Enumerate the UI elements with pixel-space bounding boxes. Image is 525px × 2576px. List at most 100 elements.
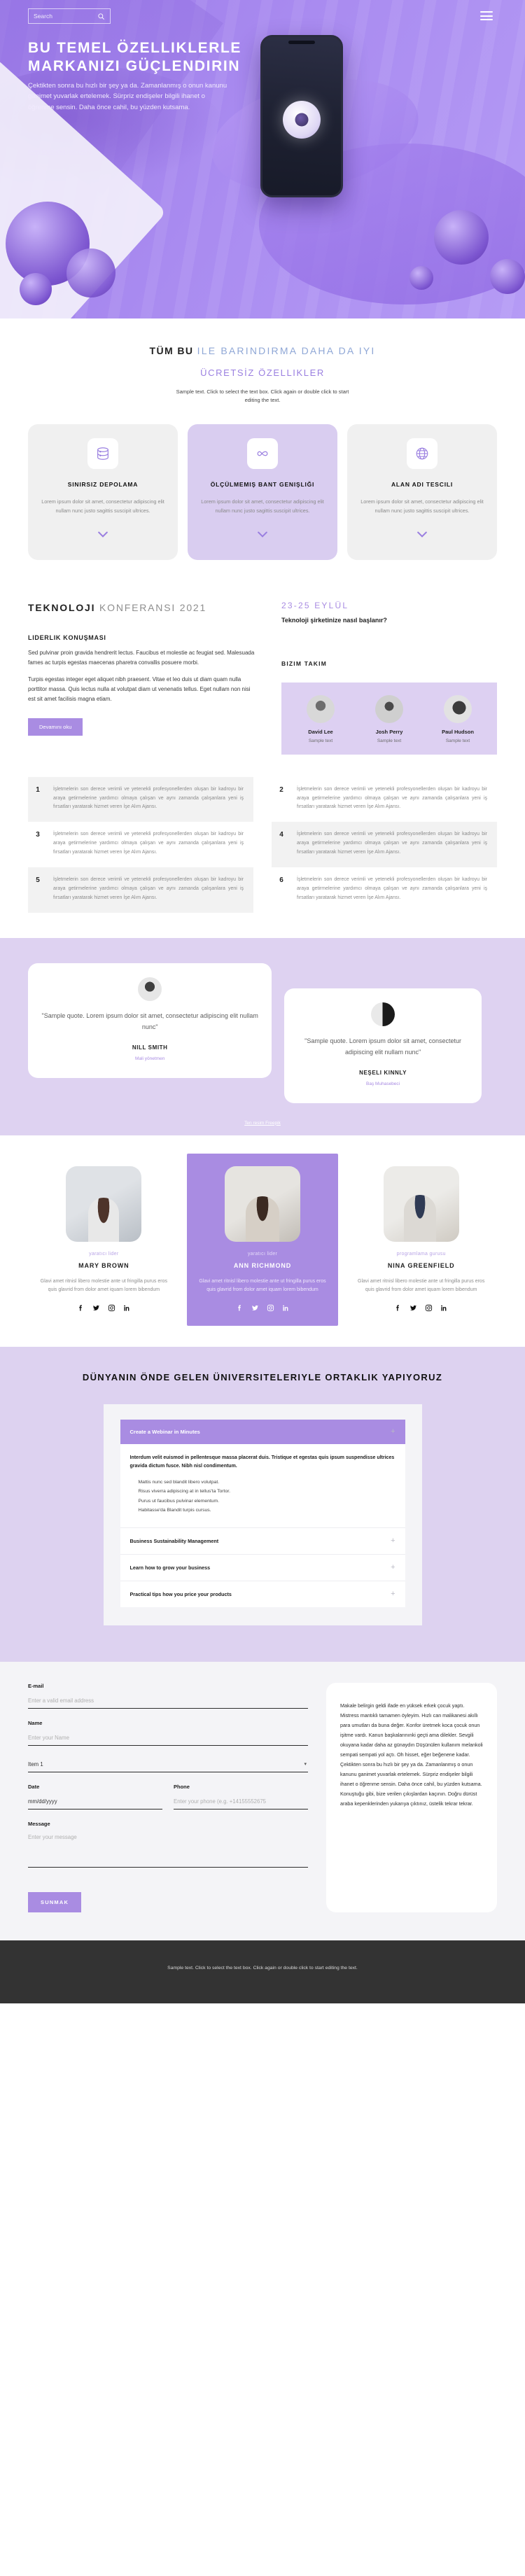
- accordion-item-label: Practical tips how you price your produc…: [130, 1591, 232, 1598]
- message-group: Message: [28, 1821, 308, 1871]
- twitter-icon[interactable]: [410, 1304, 417, 1312]
- twitter-icon[interactable]: [251, 1304, 259, 1312]
- instagram-icon[interactable]: [425, 1304, 433, 1312]
- universities-title: DÜNYANIN ÖNDE GELEN ÜNIVERSITELERIYLE OR…: [82, 1372, 443, 1383]
- chevron-down-icon[interactable]: [199, 527, 326, 545]
- accordion-item-open-label: Create a Webinar in Minutes: [130, 1428, 200, 1435]
- avatar: [307, 694, 335, 723]
- team-profile-card[interactable]: yaratıcı lider MARY BROWN Glavi amet rit…: [28, 1154, 180, 1326]
- social-links: [195, 1304, 330, 1312]
- accordion-item[interactable]: Practical tips how you price your produc…: [120, 1581, 405, 1608]
- plus-icon[interactable]: +: [391, 1537, 395, 1545]
- team-member[interactable]: Josh Perry Sample text: [357, 694, 421, 743]
- accordion-item-open-header[interactable]: Create a Webinar in Minutes +: [120, 1419, 405, 1444]
- team-profile-text: Glavi amet ritnisl libero molestie ante …: [40, 1278, 167, 1292]
- team-member-name: Paul Hudson: [442, 728, 474, 735]
- item-text: İşletmelerin son derece verimli ve yeten…: [53, 877, 244, 901]
- decor-sphere: [410, 266, 433, 290]
- item-text: İşletmelerin son derece verimli ve yeten…: [297, 832, 487, 855]
- linkedin-icon[interactable]: [282, 1304, 290, 1312]
- facebook-icon[interactable]: [236, 1304, 244, 1312]
- team-photo: [383, 1166, 459, 1242]
- date-field[interactable]: [28, 1795, 162, 1810]
- accordion-item-open-body: Interdum velit euismod in pellentesque m…: [120, 1443, 405, 1528]
- instagram-icon[interactable]: [108, 1304, 115, 1312]
- feature-card-text: Lorem ipsum dolor sit amet, consectetur …: [360, 498, 484, 514]
- avatar: [138, 977, 162, 1002]
- search-icon[interactable]: [97, 13, 105, 20]
- date-phone-row: Date Phone: [28, 1784, 308, 1821]
- team-profile-text: Glavi amet ritnisl libero molestie ante …: [358, 1278, 485, 1292]
- numbered-row: 1 İşletmelerin son derece verimli ve yet…: [28, 776, 497, 822]
- search-input[interactable]: [34, 13, 94, 20]
- feature-cards: SINIRSIZ DEPOLAMA Lorem ipsum dolor sit …: [28, 424, 497, 560]
- phone-field[interactable]: [174, 1795, 308, 1810]
- instagram-icon[interactable]: [267, 1304, 274, 1312]
- plus-icon[interactable]: +: [391, 1564, 395, 1572]
- features-heading-dark: TÜM BU: [149, 345, 194, 356]
- feature-card[interactable]: SINIRSIZ DEPOLAMA Lorem ipsum dolor sit …: [28, 424, 178, 560]
- linkedin-icon[interactable]: [123, 1304, 131, 1312]
- phone-group: Phone: [174, 1784, 308, 1810]
- infinity-icon: [247, 438, 278, 470]
- testimonial-role: Mali yönetmen: [135, 1056, 165, 1061]
- team-profile-role: programlama gurusu: [396, 1251, 446, 1256]
- email-group: E-mail: [28, 1683, 308, 1709]
- item-text: İşletmelerin son derece verimli ve yeten…: [53, 786, 244, 810]
- menu-bar: [480, 11, 493, 13]
- feature-card[interactable]: ÖLÇÜLMEMIŞ BANT GENIŞLIĞI Lorem ipsum do…: [188, 424, 337, 560]
- feature-card-text: Lorem ipsum dolor sit amet, consectetur …: [201, 498, 324, 514]
- item-text: İşletmelerin son derece verimli ve yeten…: [53, 832, 244, 855]
- read-more-button[interactable]: Devamını oku: [28, 718, 83, 736]
- team-member[interactable]: Paul Hudson Sample text: [426, 694, 490, 743]
- chevron-down-icon[interactable]: [39, 527, 167, 545]
- team-member-role: Sample text: [308, 738, 333, 743]
- date-label: Date: [28, 1784, 40, 1791]
- decor-sphere: [66, 248, 115, 298]
- conference-title: TEKNOLOJI KONFERANSI 2021: [28, 601, 259, 615]
- conference-left-column: TEKNOLOJI KONFERANSI 2021 LIDERLIK KONUŞ…: [28, 601, 259, 755]
- plus-icon[interactable]: +: [391, 1427, 395, 1436]
- facebook-icon[interactable]: [394, 1304, 402, 1312]
- team-profile-role: yaratıcı lider: [247, 1251, 278, 1256]
- menu-bar: [480, 19, 493, 20]
- testimonials-credit-link[interactable]: Ten resim Freepik: [244, 1121, 281, 1126]
- chevron-down-icon[interactable]: [358, 527, 486, 545]
- testimonial-role: Baş Muhasebeci: [366, 1081, 400, 1086]
- team-profile-card[interactable]: yaratıcı lider ANN RICHMOND Glavi amet r…: [186, 1153, 339, 1326]
- accordion-item[interactable]: Business Sustainability Management +: [120, 1527, 405, 1555]
- email-field[interactable]: [28, 1695, 308, 1709]
- team-photo: [225, 1166, 300, 1242]
- item-text: İşletmelerin son derece verimli ve yeten…: [297, 786, 487, 810]
- avatar: [371, 1002, 396, 1027]
- submit-button[interactable]: SUNMAK: [28, 1892, 82, 1913]
- search-box[interactable]: [28, 8, 111, 24]
- name-field[interactable]: [28, 1732, 308, 1746]
- conference-title-light: KONFERANSI 2021: [99, 601, 207, 613]
- team-member[interactable]: David Lee Sample text: [288, 694, 353, 743]
- email-label: E-mail: [28, 1683, 44, 1690]
- team-profile-name: ANN RICHMOND: [233, 1261, 292, 1269]
- accordion-item-label: Learn how to grow your business: [130, 1564, 211, 1572]
- linkedin-icon[interactable]: [440, 1304, 448, 1312]
- item-select[interactable]: Item 1: [28, 1758, 308, 1773]
- testimonial-name: NILL SMITH: [132, 1044, 168, 1051]
- team-profile-card[interactable]: programlama gurusu NINA GREENFIELD Glavi…: [345, 1154, 497, 1326]
- menu-icon[interactable]: [480, 11, 493, 20]
- message-label: Message: [28, 1821, 50, 1828]
- contact-form-section: E-mail Name Item 1 ▾ Date Phone Message: [0, 1662, 525, 1941]
- twitter-icon[interactable]: [92, 1304, 100, 1312]
- hero-credit-link[interactable]: Freepik'ten arka plan resmi: [28, 148, 91, 155]
- feature-card[interactable]: ALAN ADI TESCILI Lorem ipsum dolor sit a…: [347, 424, 497, 560]
- message-field[interactable]: [28, 1831, 308, 1868]
- numbered-item: 4 İşletmelerin son derece verimli ve yet…: [272, 822, 497, 868]
- features-subtitle: ÜCRETSİZ ÖZELLIKLER: [200, 368, 325, 379]
- item-number: 1: [36, 785, 40, 794]
- accordion-item[interactable]: Learn how to grow your business +: [120, 1554, 405, 1581]
- plus-icon[interactable]: +: [391, 1590, 395, 1598]
- facebook-icon[interactable]: [77, 1304, 85, 1312]
- feature-card-title: ALAN ADI TESCILI: [391, 481, 454, 489]
- conference-right-column: 23-25 EYLÜL Teknoloji şirketinize nasıl …: [281, 601, 497, 755]
- phone-notch: [288, 41, 315, 44]
- item-number: 4: [279, 831, 284, 839]
